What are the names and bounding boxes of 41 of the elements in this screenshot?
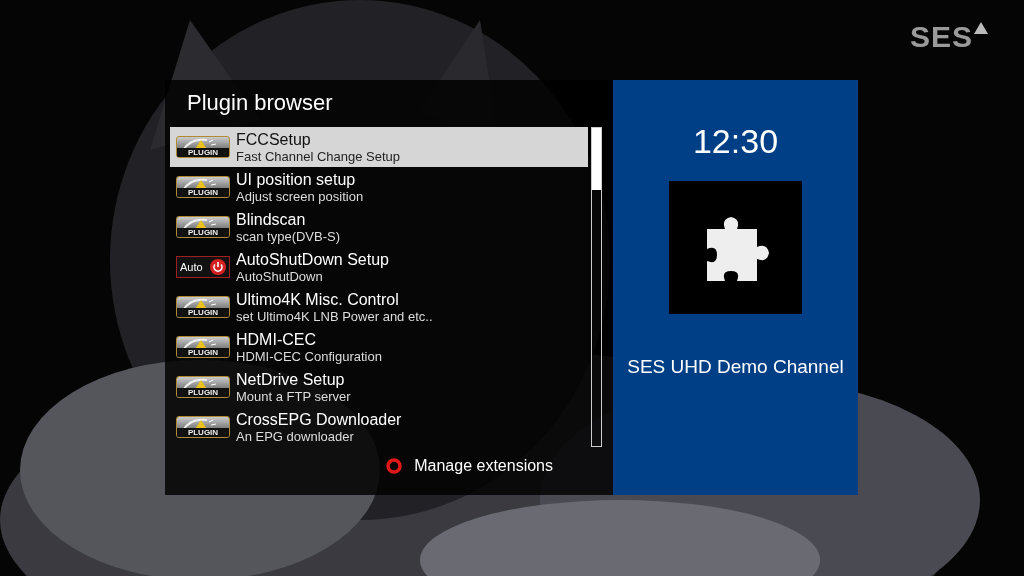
plugin-item[interactable]: PLUGIN HDMI-CEC HDMI-CEC Configuration bbox=[170, 327, 588, 367]
plugin-item[interactable]: PLUGIN UI position setup Adjust screen position bbox=[170, 167, 588, 207]
plugin-name: UI position setup bbox=[236, 169, 357, 189]
plugin-item[interactable]: PLUGIN Blindscan scan type(DVB-S) bbox=[170, 207, 588, 247]
button-hint: Manage extensions bbox=[414, 457, 553, 475]
plugin-icon: PLUGIN bbox=[176, 416, 230, 438]
plugin-name: HDMI-CEC bbox=[236, 329, 317, 349]
auto-power-icon: Auto bbox=[176, 256, 230, 278]
plugin-description: Adjust screen position bbox=[236, 188, 364, 205]
clock-time: 12:30 bbox=[692, 122, 779, 161]
panel-title: Plugin browser bbox=[186, 89, 334, 117]
plugin-name: FCCSetup bbox=[236, 129, 312, 149]
plugin-description: An EPG downloader bbox=[236, 428, 355, 445]
channel-name: SES UHD Demo Channel bbox=[627, 356, 844, 378]
plugin-icon: PLUGIN bbox=[176, 176, 230, 198]
plugin-icon: PLUGIN bbox=[176, 296, 230, 318]
plugin-item[interactable]: PLUGIN FCCSetup Fast Channel Change Setup bbox=[170, 127, 588, 167]
triangle-icon bbox=[974, 22, 988, 34]
plugin-description: AutoShutDown bbox=[236, 268, 324, 285]
plugin-icon: PLUGIN bbox=[176, 376, 230, 398]
ring-icon bbox=[386, 458, 403, 474]
scrollbar-thumb[interactable] bbox=[592, 128, 601, 190]
plugin-icon: PLUGIN bbox=[176, 216, 230, 238]
plugin-name: CrossEPG Downloader bbox=[236, 409, 402, 429]
plugin-item[interactable]: PLUGIN Ultimo4K Misc. Control set Ultimo4K LNB Power and etc.. bbox=[170, 287, 588, 327]
plugin-description: scan type(DVB-S) bbox=[236, 228, 341, 245]
scrollbar[interactable] bbox=[591, 127, 602, 447]
plugin-item[interactable]: Auto AutoShutDown Setup AutoShutDown bbox=[170, 247, 588, 287]
plugin-name: Blindscan bbox=[236, 209, 307, 229]
plugin-description: Mount a FTP server bbox=[236, 388, 351, 405]
plugin-icon: PLUGIN bbox=[176, 336, 230, 358]
plugin-name: Ultimo4K Misc. Control bbox=[236, 289, 400, 309]
plugin-description: Fast Channel Change Setup bbox=[236, 148, 401, 165]
plugin-item[interactable]: PLUGIN NetDrive Setup Mount a FTP server bbox=[170, 367, 588, 407]
plugin-name: NetDrive Setup bbox=[236, 369, 346, 389]
plugin-description: HDMI-CEC Configuration bbox=[236, 348, 382, 365]
plugin-description: set Ultimo4K LNB Power and etc.. bbox=[236, 308, 433, 325]
plugin-item[interactable]: PLUGIN CrossEPG Downloader An EPG downloader bbox=[170, 407, 588, 447]
logo-text: SES bbox=[909, 22, 973, 52]
plugin-name: AutoShutDown Setup bbox=[236, 249, 389, 269]
plugin-icon: PLUGIN bbox=[176, 136, 230, 158]
